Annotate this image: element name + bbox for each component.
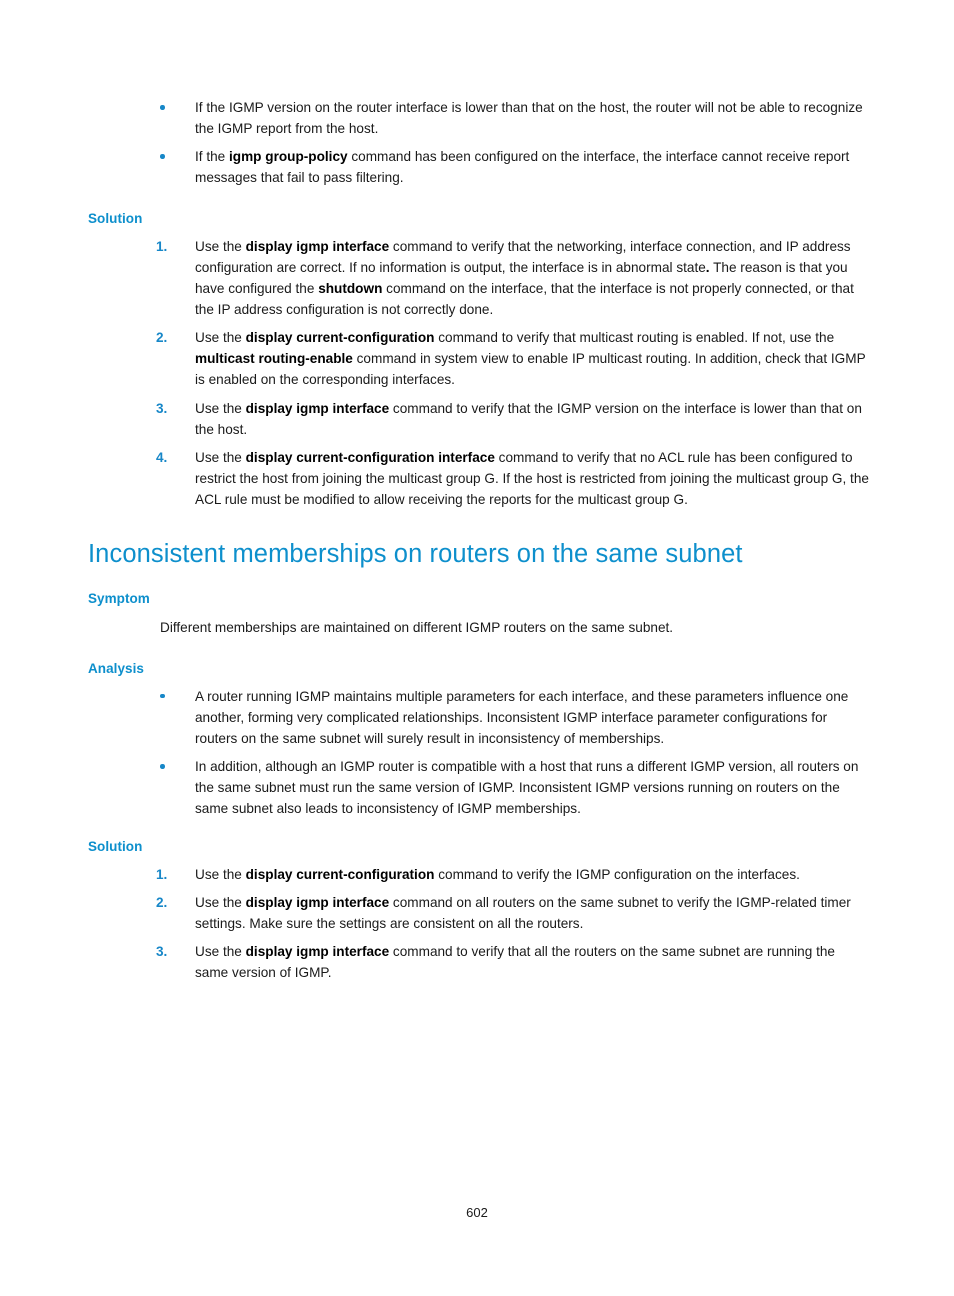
list-item: If the igmp group-policy command has bee… [88, 146, 870, 188]
list-item: 2. Use the display igmp interface command… [88, 892, 870, 934]
list-item: 3. Use the display igmp interface command… [88, 941, 870, 983]
body-text: Use the [195, 449, 246, 465]
section-heading-analysis: Analysis [88, 660, 144, 676]
list-item-number: 1. [156, 238, 168, 254]
bold-command-text: display igmp interface [245, 400, 390, 416]
list-item-number: 1. [156, 866, 168, 882]
body-text: Use the [195, 238, 246, 254]
body-text: If the [195, 149, 230, 165]
body-text: In addition, although an IGMP router is … [195, 759, 859, 817]
bold-command-text: display current-configuration [245, 866, 435, 882]
body-text: Use the [195, 330, 246, 346]
list-item: A router running IGMP maintains multiple… [88, 686, 870, 749]
numbered-list-solution-1: 1. Use the display igmp interface command… [88, 236, 870, 511]
bold-command-text: display igmp interface [245, 238, 390, 254]
section-heading-solution-2: Solution [88, 838, 143, 854]
bold-command-text: multicast routing-enable [195, 351, 353, 367]
section-heading-symptom: Symptom [88, 591, 150, 607]
bullet-list-analysis: A router running IGMP maintains multiple… [88, 686, 870, 820]
bold-command-text: display igmp interface [245, 894, 390, 910]
body-text: Use the [195, 944, 246, 960]
page-title: Inconsistent memberships on routers on t… [88, 540, 743, 569]
body-text: command to verify the IGMP configuration… [434, 866, 800, 882]
list-item-number: 3. [156, 944, 168, 960]
bold-command-text: igmp group-policy [229, 149, 348, 165]
bold-command-text: shutdown [318, 280, 383, 296]
list-item: If the IGMP version on the router interf… [88, 97, 870, 139]
list-item: 2. Use the display current-configuration … [88, 327, 870, 390]
list-item: In addition, although an IGMP router is … [88, 756, 870, 819]
body-text: command to verify that multicast routing… [434, 330, 835, 346]
list-item-number: 2. [156, 330, 168, 346]
bullet-list-analysis-continued: If the IGMP version on the router interf… [88, 97, 870, 189]
list-item: 3. Use the display igmp interface command… [88, 398, 870, 440]
list-item-number: 4. [156, 449, 168, 465]
list-item: 1. Use the display igmp interface command… [88, 236, 870, 321]
symptom-paragraph: Different memberships are maintained on … [160, 620, 674, 636]
page-number: 602 [466, 1205, 488, 1220]
list-item-number: 2. [156, 894, 168, 910]
list-item-number: 3. [156, 400, 168, 416]
bold-command-text: display current-configuration interface [245, 449, 495, 465]
section-heading-solution-1: Solution [88, 210, 143, 226]
body-text: Use the [195, 866, 246, 882]
list-item: 1. Use the display current-configuration … [88, 864, 870, 885]
bold-command-text: display igmp interface [245, 944, 390, 960]
numbered-list-solution-2: 1. Use the display current-configuration … [88, 864, 870, 984]
bold-command-text: display current-configuration [245, 330, 435, 346]
list-item: 4. Use the display current-configuration … [88, 447, 870, 510]
document-page: If the IGMP version on the router interf… [0, 0, 954, 1296]
body-text: Use the [195, 400, 246, 416]
page-content: If the IGMP version on the router interf… [88, 88, 870, 983]
body-text: A router running IGMP maintains multiple… [195, 688, 849, 747]
body-text: If the IGMP version on the router interf… [195, 100, 863, 137]
body-text: Use the [195, 894, 246, 910]
